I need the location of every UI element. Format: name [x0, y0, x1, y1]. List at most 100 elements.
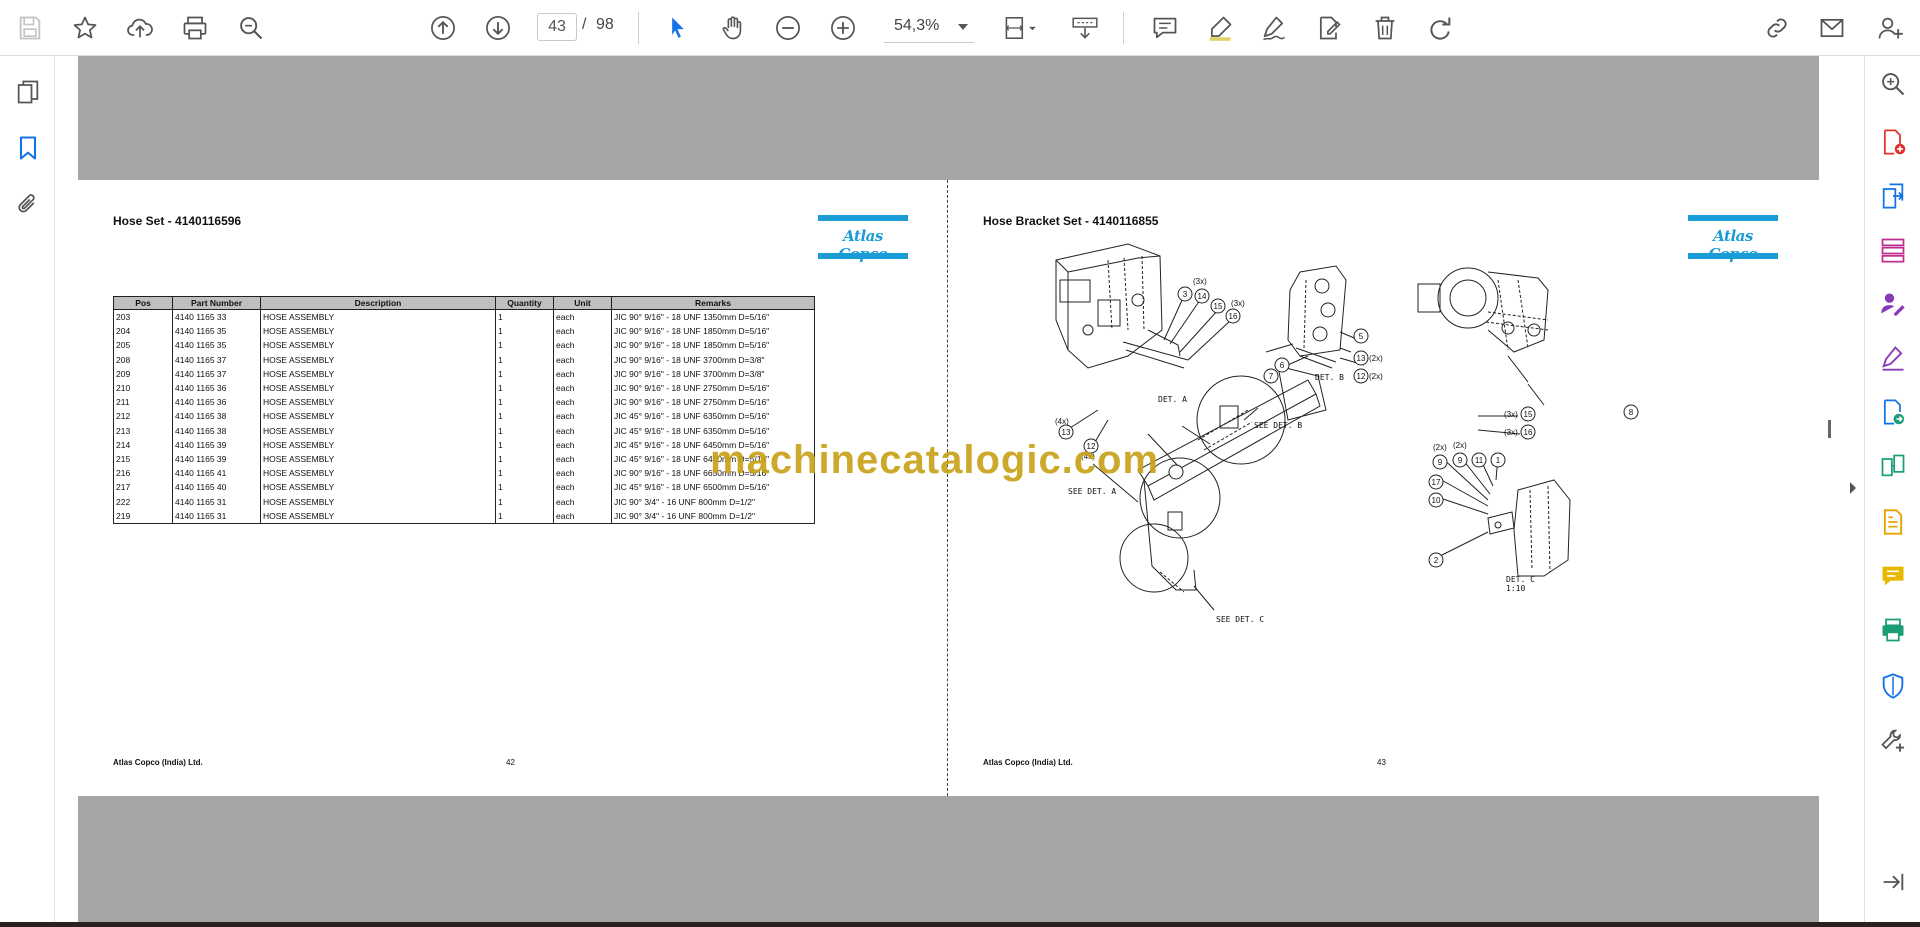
cell-part-number: 4140 1165 35 — [172, 324, 261, 339]
search-icon[interactable] — [231, 8, 271, 48]
page-fit-icon[interactable] — [996, 8, 1044, 48]
quantity-annotation: (3x) — [1193, 277, 1207, 286]
save-icon[interactable] — [10, 8, 50, 48]
compare-files-icon[interactable] — [1877, 450, 1909, 482]
taskbar-strip — [0, 922, 1920, 927]
cell-unit: each — [553, 508, 612, 524]
cell-pos: 213 — [113, 423, 173, 438]
share-link-icon[interactable] — [1757, 8, 1797, 48]
table-row: 222 4140 1165 31 HOSE ASSEMBLY 1 each JIC 90°… — [113, 494, 815, 509]
edit-pdf-icon[interactable] — [1309, 8, 1349, 48]
right-tools-panel — [1864, 56, 1920, 922]
cell-pos: 219 — [113, 508, 173, 524]
select-cursor-icon[interactable] — [658, 8, 698, 48]
pdf-page-43: Hose Bracket Set - 4140116855 Atlas Copc… — [948, 180, 1820, 796]
zoom-in-icon[interactable] — [823, 8, 863, 48]
cell-description: HOSE ASSEMBLY — [260, 480, 496, 495]
zoom-search-icon[interactable] — [1877, 68, 1909, 100]
zoom-out-icon[interactable] — [768, 8, 808, 48]
detail-b-drawing — [1287, 265, 1347, 369]
scrollbar-thumb[interactable] — [1828, 420, 1831, 438]
scan-ocr-icon[interactable] — [1877, 506, 1909, 538]
callout-10: 10 — [1432, 496, 1441, 505]
comment-icon[interactable] — [1145, 8, 1185, 48]
quantity-annotation: (3x) — [1504, 410, 1518, 419]
previous-page-icon[interactable] — [423, 8, 463, 48]
comment-sticky-note-icon[interactable] — [1877, 560, 1909, 592]
quantity-annotation: (4x) — [1055, 417, 1069, 426]
table-row: 211 4140 1165 36 HOSE ASSEMBLY 1 each JIC 90°… — [113, 395, 815, 410]
callout-15: 15 — [1524, 410, 1533, 419]
bookmark-icon[interactable] — [10, 130, 46, 166]
collapse-tools-panel-icon[interactable] — [1877, 866, 1909, 898]
scroll-mode-icon[interactable] — [1064, 8, 1106, 48]
more-tools-icon[interactable] — [1877, 724, 1909, 756]
page-thumbnails-icon[interactable] — [10, 74, 46, 110]
left-navigation-panel — [0, 56, 55, 922]
column-header-pos: Pos — [113, 296, 173, 310]
column-header-description: Description — [260, 296, 496, 310]
create-pdf-icon[interactable] — [1877, 126, 1909, 158]
document-viewport[interactable]: Hose Set - 4140116596 Atlas Copco Pos Pa… — [55, 56, 1864, 922]
watermark-text: machinecatalogic.com — [710, 438, 1160, 482]
table-row: 204 4140 1165 35 HOSE ASSEMBLY 1 each JIC 90°… — [113, 324, 815, 339]
cell-remarks: JIC 90° 3/4" - 16 UNF 800mm D=1/2" — [611, 508, 815, 524]
cell-remarks: JIC 45° 9/16" - 18 UNF 6350mm D=5/16" — [611, 409, 815, 424]
callout-3: 3 — [1183, 290, 1188, 299]
page-title: Hose Set - 4140116596 — [113, 214, 242, 228]
cell-quantity: 1 — [495, 437, 554, 452]
cell-part-number: 4140 1165 41 — [172, 466, 261, 481]
star-bookmark-icon[interactable] — [65, 8, 105, 48]
cloud-upload-icon[interactable] — [120, 8, 160, 48]
delete-trash-icon[interactable] — [1365, 8, 1405, 48]
quantity-annotation: (3x) — [1504, 428, 1518, 437]
cell-unit: each — [553, 366, 612, 381]
collapse-right-panel-icon[interactable] — [1846, 478, 1860, 498]
table-row: 203 4140 1165 33 HOSE ASSEMBLY 1 each JIC 90°… — [113, 309, 815, 325]
table-row: 208 4140 1165 37 HOSE ASSEMBLY 1 each JIC 90°… — [113, 352, 815, 367]
send-for-review-icon[interactable] — [1877, 396, 1909, 428]
detail-c-label: DET. C — [1506, 575, 1535, 584]
print-icon[interactable] — [175, 8, 215, 48]
cell-part-number: 4140 1165 31 — [172, 508, 261, 524]
attachment-paperclip-icon[interactable] — [10, 186, 46, 222]
callout-16: 16 — [1229, 312, 1238, 321]
zoom-level-dropdown[interactable]: 54,3% — [884, 13, 974, 43]
cell-quantity: 1 — [495, 338, 554, 353]
protect-shield-icon[interactable] — [1877, 670, 1909, 702]
print-production-icon[interactable] — [1877, 614, 1909, 646]
hand-pan-icon[interactable] — [713, 8, 753, 48]
cell-quantity: 1 — [495, 451, 554, 467]
cell-part-number: 4140 1165 39 — [172, 437, 261, 452]
callout-14: 14 — [1198, 292, 1207, 301]
cell-part-number: 4140 1165 37 — [172, 352, 261, 367]
signature-pen-icon[interactable] — [1254, 8, 1294, 48]
cell-description: HOSE ASSEMBLY — [260, 338, 496, 353]
account-sign-in-icon[interactable] — [1870, 8, 1910, 48]
redo-rotate-icon[interactable] — [1420, 8, 1460, 48]
detail-a-label: DET. A — [1158, 395, 1187, 404]
page-number-input[interactable] — [537, 13, 577, 41]
page-gap-bottom — [78, 796, 1820, 922]
next-page-icon[interactable] — [478, 8, 518, 48]
fill-sign-icon[interactable] — [1877, 342, 1909, 374]
cell-remarks: JIC 90° 9/16" - 18 UNF 1850mm D=5/16" — [611, 324, 815, 339]
highlight-pen-icon[interactable] — [1200, 8, 1240, 48]
cell-description: HOSE ASSEMBLY — [260, 352, 496, 367]
parts-table: Pos Part Number Description Quantity Uni… — [113, 296, 815, 524]
cell-unit: each — [553, 494, 612, 509]
cell-description: HOSE ASSEMBLY — [260, 309, 496, 325]
request-signature-icon[interactable] — [1877, 288, 1909, 320]
column-header-quantity: Quantity — [495, 296, 554, 310]
organize-pages-icon[interactable] — [1877, 234, 1909, 266]
logo-bar-top — [818, 215, 908, 221]
cell-quantity: 1 — [495, 423, 554, 438]
email-icon[interactable] — [1812, 8, 1852, 48]
table-row: 209 4140 1165 37 HOSE ASSEMBLY 1 each JIC 90°… — [113, 366, 815, 381]
parts-table-body: 203 4140 1165 33 HOSE ASSEMBLY 1 each JIC 90°… — [113, 309, 815, 524]
cell-remarks: JIC 90° 9/16" - 18 UNF 2750mm D=5/16" — [611, 395, 815, 410]
cell-unit: each — [553, 380, 612, 396]
export-pdf-icon[interactable] — [1877, 180, 1909, 212]
cell-unit: each — [553, 309, 612, 325]
page-footer-company: Atlas Copco (India) Ltd. — [983, 758, 1073, 767]
